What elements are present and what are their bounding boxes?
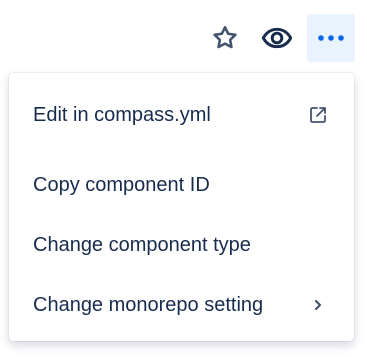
watch-button[interactable]	[255, 14, 299, 62]
more-actions-menu: Edit in compass.yml Copy component ID Ch…	[9, 73, 354, 341]
menu-item-label: Copy component ID	[33, 173, 210, 196]
menu-item-label: Change monorepo setting	[33, 293, 264, 316]
menu-item-change-monorepo-setting[interactable]: Change monorepo setting	[9, 275, 354, 335]
external-link-icon	[306, 103, 330, 127]
menu-item-label: Change component type	[33, 233, 251, 256]
eye-icon	[261, 27, 293, 49]
star-button[interactable]	[203, 14, 247, 62]
menu-item-label: Edit in compass.yml	[33, 103, 211, 126]
menu-item-edit-in-compass-yml[interactable]: Edit in compass.yml	[9, 91, 354, 139]
menu-group-edit: Edit in compass.yml	[9, 73, 354, 155]
menu-item-copy-component-id[interactable]: Copy component ID	[9, 155, 354, 215]
more-dots-icon	[318, 35, 344, 41]
header-actions	[203, 14, 355, 62]
menu-group-actions: Copy component ID Change component type …	[9, 155, 354, 343]
chevron-right-icon	[306, 293, 330, 317]
more-actions-button[interactable]	[307, 14, 355, 62]
star-icon	[213, 25, 237, 49]
menu-item-change-component-type[interactable]: Change component type	[9, 215, 354, 275]
